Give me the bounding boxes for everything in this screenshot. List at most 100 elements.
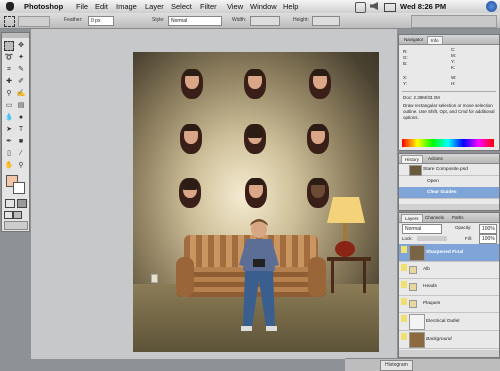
eye-icon[interactable] [401, 264, 407, 271]
height-label: Height: [293, 17, 309, 23]
menu-layer[interactable]: Layer [145, 0, 164, 13]
menu-help[interactable]: Help [283, 0, 298, 13]
history-snapshot[interactable]: Stare Composite.psd [399, 164, 499, 176]
menu-file[interactable]: File [76, 0, 88, 13]
crop-icon[interactable]: ⌗ [4, 65, 14, 75]
layer-thumbnail [409, 314, 425, 330]
standard-mode-icon[interactable] [5, 199, 15, 208]
tab-paths[interactable]: Paths [449, 214, 467, 221]
hand-icon[interactable]: ✋ [4, 161, 14, 171]
clone-stamp-icon[interactable]: ⚲ [4, 89, 14, 99]
tab-history[interactable]: History [401, 155, 424, 163]
history-item[interactable]: Clear Guides [399, 187, 499, 199]
tab-navigator[interactable]: Navigator [401, 36, 426, 43]
marquee-tool-icon[interactable] [4, 16, 15, 27]
screen-mode-standard-icon[interactable] [4, 211, 13, 219]
info-b-label: B: [403, 61, 408, 66]
layer-row[interactable]: Heads [399, 279, 499, 296]
path-selection-icon[interactable]: ➤ [4, 125, 14, 135]
jump-to-imageready-icon[interactable] [4, 221, 28, 230]
width-input[interactable] [250, 16, 280, 26]
move-tool-icon[interactable]: ✥ [16, 41, 26, 51]
history-brush-icon[interactable]: ✍ [16, 89, 26, 99]
lasso-icon[interactable]: ➰ [4, 53, 14, 63]
menu-select[interactable]: Select [171, 0, 192, 13]
tab-channels[interactable]: Channels [422, 214, 447, 221]
color-spectrum[interactable] [402, 139, 494, 147]
apple-icon[interactable] [6, 2, 14, 11]
shape-icon[interactable]: ■ [16, 137, 26, 147]
zoom-icon[interactable]: ⚲ [16, 161, 26, 171]
healing-brush-icon[interactable]: ✚ [4, 77, 14, 87]
menu-filter[interactable]: Filter [200, 0, 217, 13]
volume-icon[interactable] [370, 2, 378, 10]
eye-icon[interactable] [401, 298, 407, 305]
menu-window[interactable]: Window [250, 0, 277, 13]
screen-mode-full-icon[interactable] [13, 211, 22, 219]
mounted-head [245, 178, 267, 208]
history-panel-tabs: History Actions [399, 154, 499, 164]
gradient-icon[interactable]: ▤ [16, 101, 26, 111]
style-label: Style: [152, 17, 165, 23]
layer-row[interactable]: Electrical Outlet [399, 313, 499, 331]
folder-icon [409, 300, 417, 308]
blur-icon[interactable]: 💧 [4, 113, 14, 123]
lock-label: Lock: [402, 236, 413, 241]
mounted-head [244, 124, 266, 154]
quick-mask-icon[interactable] [17, 199, 27, 208]
menu-clock[interactable]: Wed 8:26 PM [400, 0, 446, 13]
opacity-input[interactable]: 100% [479, 224, 497, 234]
tab-layers[interactable]: Layers [401, 214, 423, 222]
battery-icon[interactable] [384, 3, 396, 12]
doc-size-text: Doc: 2.39M/33.2M [403, 95, 440, 100]
height-input[interactable] [312, 16, 340, 26]
info-x-label: X: [403, 75, 408, 80]
menu-edit[interactable]: Edit [95, 0, 108, 13]
tools-panel-titlebar[interactable] [2, 33, 29, 38]
electrical-outlet [151, 274, 158, 283]
menu-view[interactable]: View [227, 0, 243, 13]
tab-actions[interactable]: Actions [425, 155, 446, 162]
background-color-swatch[interactable] [13, 182, 25, 194]
mounted-head [307, 124, 329, 154]
type-tool-icon[interactable]: T [16, 125, 26, 135]
menu-image[interactable]: Image [116, 0, 137, 13]
divider [402, 91, 496, 92]
rect-marquee-icon[interactable] [4, 41, 14, 51]
spotlight-icon[interactable] [486, 1, 497, 12]
layer-row[interactable]: Sharpened Final [399, 244, 499, 262]
eyedropper-icon[interactable]: ⁄ [16, 149, 26, 159]
status-bar: Histogram [345, 358, 500, 371]
blend-mode-select[interactable]: Normal [402, 224, 442, 234]
eraser-icon[interactable]: ▭ [4, 101, 14, 111]
fill-input[interactable]: 100% [479, 234, 497, 244]
notes-icon[interactable]: ▯ [4, 149, 14, 159]
eye-icon[interactable] [401, 315, 407, 322]
palette-well[interactable] [411, 15, 497, 28]
mounted-head [244, 69, 266, 99]
eye-icon[interactable] [401, 246, 407, 253]
layer-row[interactable]: Background [399, 331, 499, 349]
magic-wand-icon[interactable]: ✦ [16, 53, 26, 63]
style-select[interactable]: Normal [168, 16, 222, 26]
folder-icon [409, 283, 417, 291]
seated-person [239, 219, 279, 331]
histogram-tab[interactable]: Histogram [380, 360, 413, 371]
app-menu[interactable]: Photoshop [24, 0, 63, 13]
layers-footer [399, 350, 499, 357]
selection-mode-buttons[interactable] [18, 16, 50, 27]
eye-icon[interactable] [401, 333, 407, 340]
feather-input[interactable]: 0 px [88, 16, 114, 26]
layer-thumbnail [409, 332, 425, 348]
tab-info[interactable]: Info [427, 36, 443, 44]
brush-icon[interactable]: ✐ [16, 77, 26, 87]
layer-row[interactable]: Plaques [399, 296, 499, 313]
display-icon[interactable] [355, 2, 366, 13]
pen-icon[interactable]: ✒ [4, 137, 14, 147]
slice-icon[interactable]: ✎ [16, 65, 26, 75]
eye-icon[interactable] [401, 281, 407, 288]
dodge-icon[interactable]: ● [16, 113, 26, 123]
width-label: Width: [232, 17, 247, 23]
layer-row[interactable]: Alb [399, 262, 499, 279]
lock-buttons[interactable] [417, 236, 447, 241]
